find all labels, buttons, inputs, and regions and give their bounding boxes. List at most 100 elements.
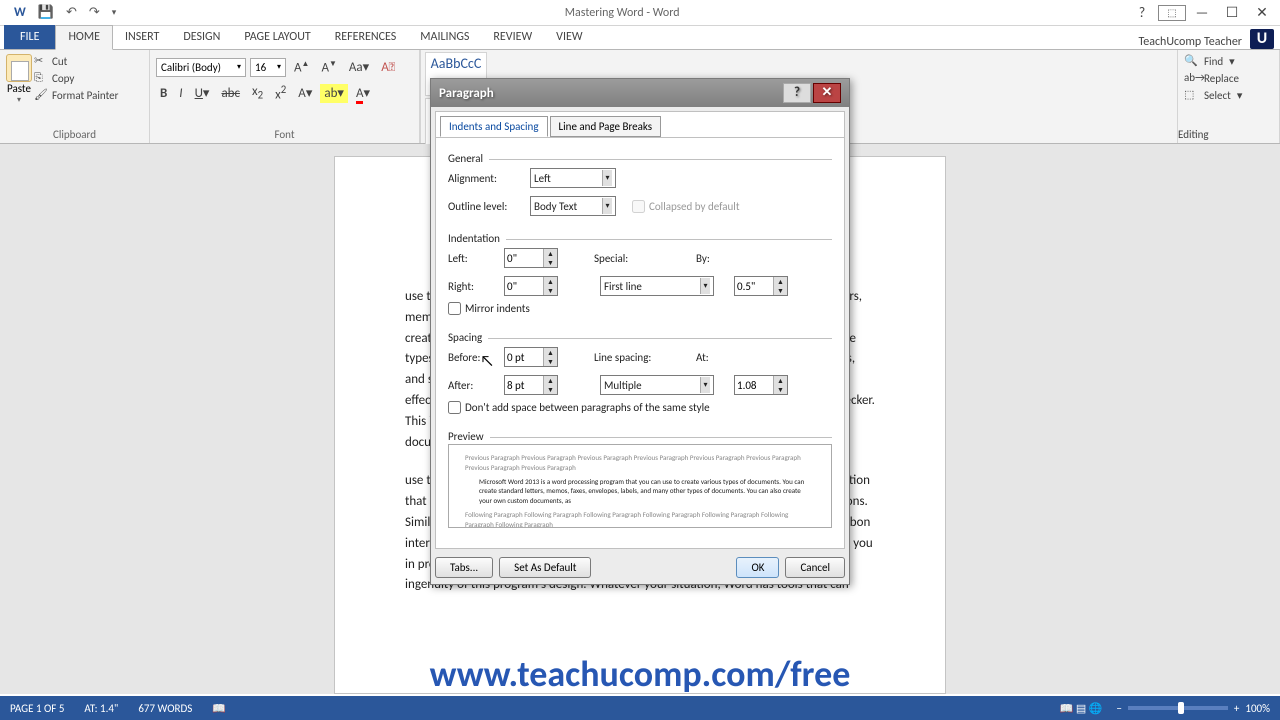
select-button[interactable]: ⬚Select ▾: [1184, 88, 1273, 102]
scissors-icon: ✂: [34, 54, 48, 68]
status-page[interactable]: PAGE 1 OF 5: [10, 702, 64, 715]
status-words[interactable]: 677 WORDS: [138, 702, 192, 715]
left-indent-input[interactable]: ▲▼: [504, 248, 558, 268]
copy-button[interactable]: ⎘Copy: [34, 71, 118, 85]
maximize-icon[interactable]: ☐: [1218, 4, 1246, 21]
grow-font-button[interactable]: A▲: [290, 57, 313, 77]
paste-icon: [6, 54, 32, 82]
section-general: General: [448, 152, 489, 165]
dialog-close-button[interactable]: ✕: [813, 83, 841, 103]
tab-mailings[interactable]: MAILINGS: [408, 26, 481, 49]
subscript-button[interactable]: x2: [248, 82, 267, 104]
left-indent-label: Left:: [448, 252, 498, 265]
editing-group-label: Editing: [1178, 128, 1279, 141]
outline-select[interactable]: Body Text▾: [530, 196, 616, 216]
right-indent-input[interactable]: ▲▼: [504, 276, 558, 296]
special-select[interactable]: First line▾: [600, 276, 714, 296]
dontadd-label: Don't add space between paragraphs of th…: [465, 401, 710, 414]
close-icon[interactable]: ✕: [1248, 4, 1276, 21]
web-layout-icon[interactable]: 🌐: [1089, 702, 1103, 715]
after-label: After:: [448, 379, 498, 392]
find-button[interactable]: 🔍Find ▾: [1184, 54, 1273, 68]
proofing-icon[interactable]: 📖: [212, 702, 226, 715]
shrink-font-button[interactable]: A▼: [317, 57, 340, 77]
by-input[interactable]: ▲▼: [734, 276, 788, 296]
set-default-button[interactable]: Set As Default: [499, 557, 591, 578]
clear-formatting-button[interactable]: A⃠: [377, 58, 399, 77]
tab-indents-spacing[interactable]: Indents and Spacing: [440, 116, 548, 137]
underline-button[interactable]: U▾: [191, 84, 214, 103]
undo-icon[interactable]: ↶: [66, 5, 77, 20]
outline-label: Outline level:: [448, 200, 524, 213]
tab-pagelayout[interactable]: PAGE LAYOUT: [232, 26, 322, 49]
tab-insert[interactable]: INSERT: [113, 26, 171, 49]
select-icon: ⬚: [1184, 88, 1198, 102]
status-at: AT: 1.4": [84, 702, 118, 715]
paste-button[interactable]: Paste ▾: [6, 54, 32, 105]
tab-design[interactable]: DESIGN: [171, 26, 232, 49]
tab-file[interactable]: FILE: [4, 25, 55, 49]
after-input[interactable]: ▲▼: [504, 375, 558, 395]
tabs-button[interactable]: Tabs...: [435, 557, 493, 578]
mirror-label: Mirror indents: [465, 302, 530, 315]
user-badge: U: [1250, 29, 1274, 49]
preview-box: Previous Paragraph Previous Paragraph Pr…: [448, 444, 832, 528]
ribbon-display-icon[interactable]: ⬚: [1158, 5, 1186, 21]
window-title: Mastering Word - Word: [116, 6, 1128, 20]
replace-button[interactable]: ab→Replace: [1184, 71, 1273, 85]
change-case-button[interactable]: Aa▾: [345, 58, 373, 77]
bold-button[interactable]: B: [156, 84, 171, 103]
linespacing-label: Line spacing:: [594, 351, 674, 364]
tab-references[interactable]: REFERENCES: [323, 26, 409, 49]
special-label: Special:: [594, 252, 644, 265]
minimize-icon[interactable]: —: [1188, 4, 1216, 21]
tab-review[interactable]: REVIEW: [481, 26, 544, 49]
text-effects-button[interactable]: A▾: [294, 84, 316, 103]
read-mode-icon[interactable]: 📖: [1060, 702, 1074, 715]
mouse-cursor: ↖: [480, 352, 494, 371]
print-layout-icon[interactable]: ▤: [1076, 702, 1086, 715]
zoom-in-button[interactable]: +: [1234, 702, 1239, 715]
italic-button[interactable]: I: [175, 84, 186, 103]
highlight-button[interactable]: ab▾: [320, 84, 348, 103]
alignment-select[interactable]: Left▾: [530, 168, 616, 188]
collapsed-checkbox[interactable]: [632, 200, 645, 213]
collapsed-label: Collapsed by default: [649, 200, 740, 213]
before-input[interactable]: ▲▼: [504, 347, 558, 367]
copy-icon: ⎘: [34, 71, 48, 85]
save-icon[interactable]: 💾: [38, 5, 54, 20]
superscript-button[interactable]: x2: [271, 81, 290, 104]
font-color-button[interactable]: A▾: [352, 84, 374, 103]
cut-button[interactable]: ✂Cut: [34, 54, 118, 68]
section-indentation: Indentation: [448, 232, 506, 245]
zoom-percent[interactable]: 100%: [1245, 702, 1270, 715]
ok-button[interactable]: OK: [736, 557, 779, 578]
right-indent-label: Right:: [448, 280, 498, 293]
section-spacing: Spacing: [448, 331, 488, 344]
dialog-help-button[interactable]: ?: [783, 83, 811, 103]
by-label: By:: [696, 252, 726, 265]
tab-home[interactable]: HOME: [55, 25, 113, 50]
section-preview: Preview: [448, 430, 490, 443]
strike-button[interactable]: abc: [217, 84, 244, 103]
replace-icon: ab→: [1184, 71, 1198, 85]
cancel-button[interactable]: Cancel: [785, 557, 845, 578]
search-icon: 🔍: [1184, 54, 1198, 68]
linespacing-select[interactable]: Multiple▾: [600, 375, 714, 395]
at-input[interactable]: ▲▼: [734, 375, 788, 395]
mirror-indents-checkbox[interactable]: [448, 302, 461, 315]
user-name[interactable]: TeachUcomp Teacher: [1138, 35, 1250, 49]
dialog-title: Paragraph: [439, 86, 783, 101]
zoom-out-button[interactable]: −: [1116, 702, 1121, 715]
tab-view[interactable]: VIEW: [544, 26, 594, 49]
tab-line-page-breaks[interactable]: Line and Page Breaks: [550, 116, 662, 137]
format-painter-button[interactable]: 🖌Format Painter: [34, 88, 118, 102]
redo-icon[interactable]: ↷: [89, 5, 100, 20]
at-label: At:: [696, 351, 726, 364]
font-size-combo[interactable]: 16▾: [250, 58, 286, 77]
zoom-slider[interactable]: [1128, 706, 1228, 710]
brush-icon: 🖌: [34, 88, 48, 102]
font-name-combo[interactable]: Calibri (Body)▾: [156, 58, 246, 77]
dontadd-checkbox[interactable]: [448, 401, 461, 414]
help-icon[interactable]: ?: [1128, 4, 1156, 21]
